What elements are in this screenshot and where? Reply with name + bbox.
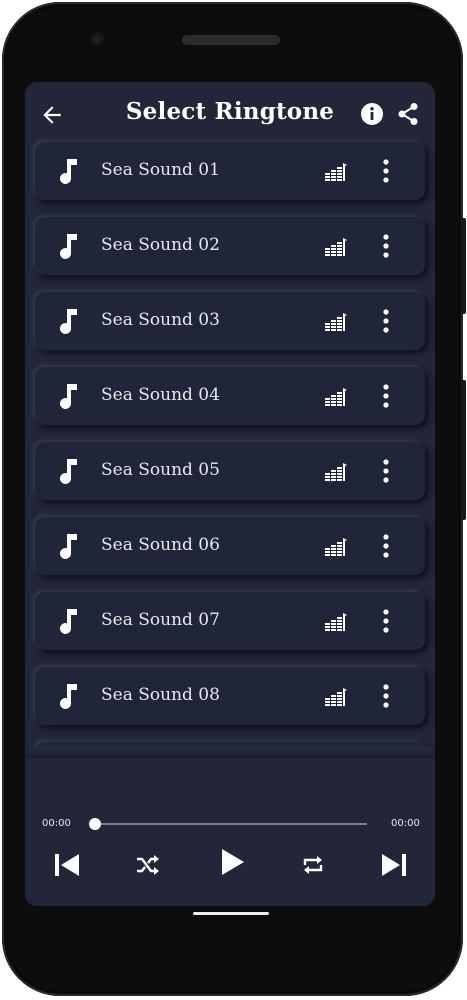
music-note-icon: [60, 459, 77, 484]
more-vertical-icon[interactable]: [381, 384, 391, 408]
ringtone-label: Sea Sound 02: [101, 235, 220, 255]
more-vertical-icon[interactable]: [381, 459, 391, 483]
equalizer-icon[interactable]: [325, 462, 347, 482]
list-item[interactable]: Sea Sound 04: [35, 367, 425, 425]
music-note-icon: [60, 609, 77, 634]
ringtone-label: Sea Sound 01: [101, 160, 220, 180]
page-title: Select Ringtone: [125, 98, 335, 125]
list-item[interactable]: Sea Sound 05: [35, 442, 425, 500]
ringtone-label: Sea Sound 03: [101, 310, 220, 330]
music-note-icon: [60, 159, 77, 184]
more-vertical-icon[interactable]: [381, 159, 391, 183]
ringtone-label: Sea Sound 08: [101, 685, 220, 705]
list-item[interactable]: Sea Sound 08: [35, 667, 425, 725]
app-screen: Select Ringtone Sea Sound 01 Sea Sound 0…: [25, 82, 435, 906]
music-note-icon: [60, 309, 77, 334]
equalizer-icon[interactable]: [325, 237, 347, 257]
ringtone-label: Sea Sound 05: [101, 460, 220, 480]
equalizer-icon[interactable]: [325, 387, 347, 407]
list-item[interactable]: Sea Sound 02: [35, 217, 425, 275]
more-vertical-icon[interactable]: [381, 234, 391, 258]
power-button: [461, 380, 466, 520]
equalizer-icon[interactable]: [325, 312, 347, 332]
list-item[interactable]: Sea Sound 01: [35, 142, 425, 200]
equalizer-icon[interactable]: [325, 687, 347, 707]
list-item[interactable]: Sea Sound 06: [35, 517, 425, 575]
music-note-icon: [60, 384, 77, 409]
app-header: Select Ringtone: [25, 82, 435, 146]
shuffle-icon[interactable]: [135, 854, 159, 876]
music-note-icon: [60, 684, 77, 709]
ringtone-label: Sea Sound 06: [101, 535, 220, 555]
share-icon[interactable]: [397, 102, 419, 126]
home-indicator[interactable]: [193, 912, 269, 915]
list-item[interactable]: Sea Sound 07: [35, 592, 425, 650]
play-icon[interactable]: [220, 847, 246, 877]
equalizer-icon[interactable]: [325, 162, 347, 182]
front-camera: [90, 32, 104, 46]
total-time: 00:00: [391, 818, 420, 829]
player-panel: [25, 758, 435, 906]
list-item[interactable]: Sea Sound 03: [35, 292, 425, 350]
ringtone-label: Sea Sound 04: [101, 385, 220, 405]
current-time: 00:00: [42, 818, 71, 829]
seek-bar[interactable]: [95, 823, 367, 825]
volume-button: [461, 218, 466, 314]
ringtone-label: Sea Sound 07: [101, 610, 220, 630]
seek-thumb[interactable]: [89, 818, 101, 830]
equalizer-icon[interactable]: [325, 537, 347, 557]
music-note-icon: [60, 534, 77, 559]
more-vertical-icon[interactable]: [381, 309, 391, 333]
more-vertical-icon[interactable]: [381, 609, 391, 633]
more-vertical-icon[interactable]: [381, 534, 391, 558]
repeat-icon[interactable]: [302, 854, 324, 876]
music-note-icon: [60, 234, 77, 259]
arrow-left-icon[interactable]: [39, 102, 65, 128]
skip-next-icon[interactable]: [380, 852, 408, 878]
equalizer-icon[interactable]: [325, 612, 347, 632]
earpiece-speaker: [182, 35, 280, 45]
more-vertical-icon[interactable]: [381, 684, 391, 708]
info-icon[interactable]: [360, 102, 384, 126]
skip-previous-icon[interactable]: [53, 852, 81, 878]
